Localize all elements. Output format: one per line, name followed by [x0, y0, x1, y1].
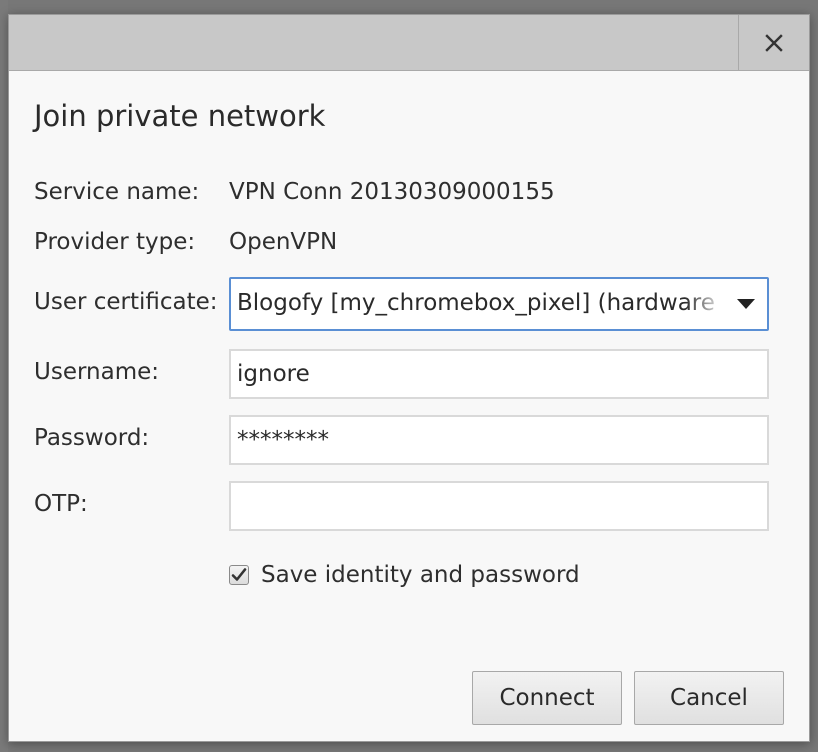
- save-identity-row[interactable]: Save identity and password: [229, 560, 580, 590]
- user-certificate-selected-value: Blogofy [my_chromebox_pixel] (hardware-b…: [237, 290, 715, 316]
- select-fade: [685, 283, 725, 327]
- otp-label: OTP:: [34, 491, 88, 517]
- chevron-down-icon: [737, 299, 755, 309]
- connect-button[interactable]: Connect: [472, 671, 622, 725]
- checkmark-icon: [231, 568, 247, 581]
- cancel-button[interactable]: Cancel: [634, 671, 784, 725]
- join-network-dialog: Join private network Service name: VPN C…: [8, 14, 810, 742]
- background-edge: [0, 0, 8, 752]
- provider-type-label: Provider type:: [34, 229, 196, 255]
- user-certificate-label: User certificate:: [34, 289, 218, 315]
- provider-type-value: OpenVPN: [229, 229, 338, 255]
- dialog-titlebar: [9, 15, 809, 71]
- dialog-title: Join private network: [34, 99, 326, 133]
- service-name-value: VPN Conn 20130309000155: [229, 179, 555, 205]
- username-input[interactable]: [229, 349, 769, 399]
- username-label: Username:: [34, 359, 159, 385]
- close-button[interactable]: [738, 15, 809, 70]
- otp-input[interactable]: [229, 481, 769, 531]
- user-certificate-select[interactable]: Blogofy [my_chromebox_pixel] (hardware-b…: [229, 277, 769, 331]
- service-name-label: Service name:: [34, 179, 200, 205]
- close-icon: [765, 33, 783, 52]
- save-identity-label: Save identity and password: [261, 562, 580, 588]
- password-input[interactable]: [229, 415, 769, 465]
- save-identity-checkbox[interactable]: [229, 565, 249, 585]
- password-label: Password:: [34, 425, 150, 451]
